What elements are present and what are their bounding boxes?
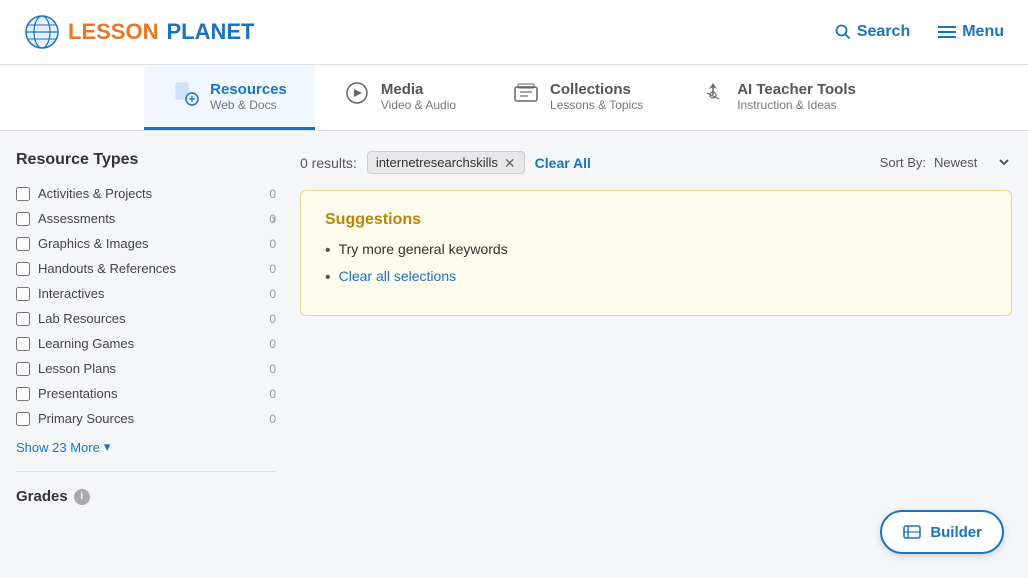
builder-icon [902,522,922,542]
assessments-checkbox[interactable] [16,212,30,226]
sort-by: Sort By: Newest Oldest Relevance [880,154,1012,171]
chevron-down-icon: ▾ [104,439,111,455]
tab-collections[interactable]: Collections Lessons & Topics [484,65,671,130]
sidebar-item-games[interactable]: Learning Games 0 [16,331,276,356]
tab-ai-tools-text: AI Teacher Tools Instruction & Ideas [737,81,856,112]
presentations-checkbox[interactable] [16,387,30,401]
primary-count: 0 [269,412,276,426]
sidebar-item-handouts[interactable]: Handouts & References 0 [16,256,276,281]
logo-lesson: LESSON [68,19,158,45]
tab-collections-text: Collections Lessons & Topics [550,81,643,112]
search-label: Search [857,23,910,41]
activities-count: 0 [269,187,276,201]
tab-media-text: Media Video & Audio [381,81,456,112]
search-icon [835,24,851,40]
search-button[interactable]: Search [835,23,910,41]
grades-info-icon[interactable]: i [74,489,90,505]
games-count: 0 [269,337,276,351]
menu-button[interactable]: Menu [938,23,1004,41]
sidebar-item-lab[interactable]: Lab Resources 0 [16,306,276,331]
search-tag[interactable]: internetresearchskills ✕ [367,151,525,174]
lab-checkbox[interactable] [16,312,30,326]
activities-checkbox[interactable] [16,187,30,201]
presentations-count: 0 [269,387,276,401]
resource-types-title: Resource Types [16,151,276,169]
presentations-label: Presentations [38,386,261,401]
lesson-plans-count: 0 [269,362,276,376]
tab-ai-tools[interactable]: AI Teacher Tools Instruction & Ideas [671,65,884,130]
assessments-label: Assessments [38,211,261,226]
sort-select[interactable]: Newest Oldest Relevance [930,154,1012,171]
interactives-label: Interactives [38,286,261,301]
suggestions-title: Suggestions [325,211,987,229]
collections-icon [512,79,540,113]
builder-label: Builder [930,524,982,541]
show-more-button[interactable]: Show 23 More ▾ [16,435,110,459]
handouts-label: Handouts & References [38,261,261,276]
handouts-checkbox[interactable] [16,262,30,276]
sidebar-item-activities[interactable]: Activities & Projects 0 [16,181,276,206]
main-layout: Resource Types Activities & Projects 0 A… [0,131,1028,525]
assessments-expand-icon[interactable]: › [272,211,276,226]
interactives-checkbox[interactable] [16,287,30,301]
graphics-label: Graphics & Images [38,236,261,251]
suggestions-box: Suggestions Try more general keywords Cl… [300,190,1012,316]
tag-remove-icon[interactable]: ✕ [504,156,516,170]
sidebar-item-graphics[interactable]: Graphics & Images 0 [16,231,276,256]
menu-icon [938,25,956,39]
results-count: 0 results: [300,155,357,171]
primary-label: Primary Sources [38,411,261,426]
suggestion-item-1[interactable]: Clear all selections [325,268,987,287]
header: LESSON PLANET Search Menu [0,0,1028,65]
sidebar-divider [16,471,276,472]
menu-label: Menu [962,23,1004,41]
graphics-checkbox[interactable] [16,237,30,251]
sidebar-item-primary[interactable]: Primary Sources 0 [16,406,276,431]
interactives-count: 0 [269,287,276,301]
sidebar: Resource Types Activities & Projects 0 A… [16,151,276,505]
tab-resources-text: Resources Web & Docs [210,81,287,112]
games-checkbox[interactable] [16,337,30,351]
primary-checkbox[interactable] [16,412,30,426]
tab-media[interactable]: Media Video & Audio [315,65,484,130]
lesson-plans-checkbox[interactable] [16,362,30,376]
results-bar: 0 results: internetresearchskills ✕ Clea… [300,151,1012,174]
resources-icon [172,79,200,113]
sort-label: Sort By: [880,155,926,170]
sidebar-item-assessments[interactable]: Assessments 0 › [16,206,276,231]
suggestions-list: Try more general keywords Clear all sele… [325,241,987,287]
logo-globe-icon [24,14,60,50]
activities-label: Activities & Projects [38,186,261,201]
lesson-plans-label: Lesson Plans [38,361,261,376]
nav-tabs: Resources Web & Docs Media Video & Audio… [0,65,1028,131]
builder-button[interactable]: Builder [880,510,1004,554]
ai-tools-icon [699,79,727,113]
suggestion-item-0: Try more general keywords [325,241,987,260]
logo-planet: PLANET [166,19,254,45]
graphics-count: 0 [269,237,276,251]
content-area: 0 results: internetresearchskills ✕ Clea… [300,151,1012,505]
media-icon [343,79,371,113]
handouts-count: 0 [269,262,276,276]
grades-label: Grades [16,488,68,505]
grades-section: Grades i [16,488,276,505]
suggestion-text-0: Try more general keywords [339,241,508,257]
games-label: Learning Games [38,336,261,351]
lab-label: Lab Resources [38,311,261,326]
logo[interactable]: LESSON PLANET [24,14,254,50]
sidebar-item-interactives[interactable]: Interactives 0 [16,281,276,306]
clear-all-button[interactable]: Clear All [535,155,591,171]
header-right: Search Menu [835,23,1004,41]
sidebar-item-lesson-plans[interactable]: Lesson Plans 0 [16,356,276,381]
tag-text: internetresearchskills [376,155,498,170]
sidebar-item-presentations[interactable]: Presentations 0 [16,381,276,406]
tab-resources[interactable]: Resources Web & Docs [144,65,315,130]
lab-count: 0 [269,312,276,326]
clear-selections-link[interactable]: Clear all selections [339,268,457,284]
